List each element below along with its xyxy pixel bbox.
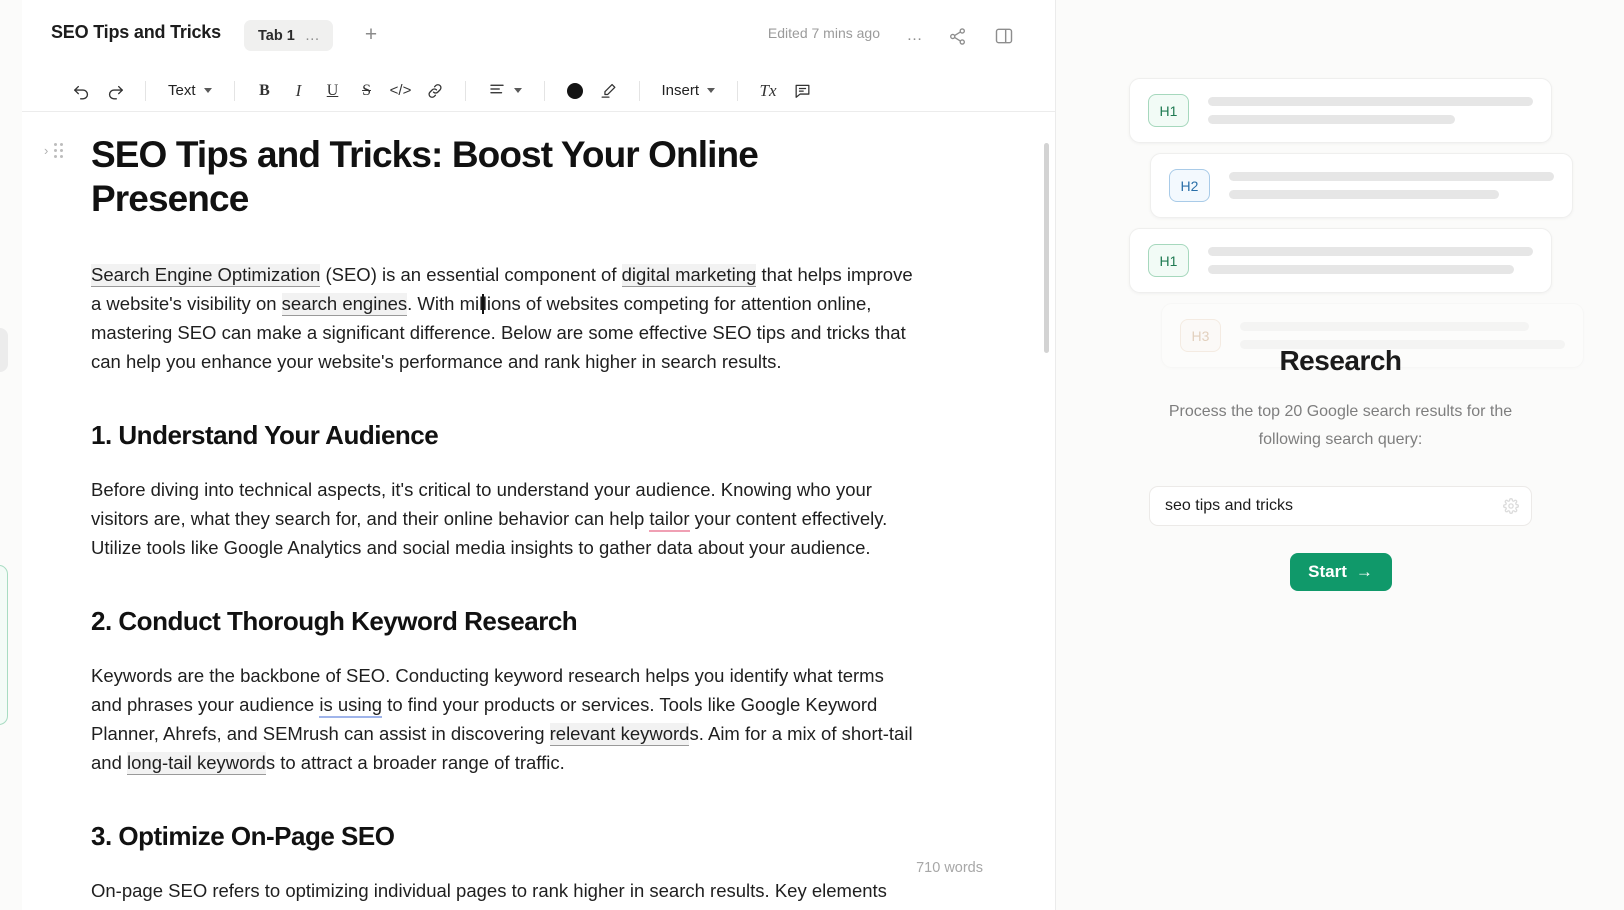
rail-collapsed-tab[interactable] [0,328,8,372]
link-digital-marketing[interactable]: digital marketing [621,263,757,287]
tab-label: Tab 1 [258,27,295,44]
link-relevant-keyword[interactable]: relevant keyword [549,722,690,746]
block-handles[interactable]: › [44,143,64,158]
toggle-side-panel-icon[interactable] [990,22,1018,50]
left-rail [0,0,22,910]
suggestion-is-using[interactable]: is using [319,693,383,718]
editor-header: SEO Tips and Tricks Tab 1 … + Edited 7 m… [22,0,1055,70]
paragraph-intro[interactable]: Search Engine Optimization (SEO) is an e… [91,260,915,376]
clear-formatting-icon[interactable]: Tx [751,76,785,106]
tab-more-icon[interactable]: … [305,28,321,43]
align-left-icon [488,80,506,102]
skeleton-line [1208,115,1455,124]
research-title: Research [1279,345,1402,376]
skeleton-line [1208,247,1533,256]
formatting-toolbar: Text B I U S </> Insert Tx [22,70,1055,112]
app-root: SEO Tips and Tricks Tab 1 … + Edited 7 m… [0,0,1624,910]
side-panel: H1 H2 H1 H3 Research Process the top 20 Goo… [1057,0,1624,910]
heading-level-badge: H2 [1169,169,1210,202]
start-button-label: Start [1308,562,1347,581]
link-long-tail-keyword[interactable]: long-tail keyword [127,751,266,775]
document-heading-2-3[interactable]: 3. Optimize On-Page SEO [91,821,915,852]
outline-card[interactable]: H1 [1129,78,1552,143]
search-input[interactable]: seo tips and tricks [1165,497,1503,515]
document-more-icon[interactable]: … [901,22,929,50]
link-search-engine-optimization[interactable]: Search Engine Optimization [91,263,321,287]
toolbar-divider [543,80,545,101]
paragraph-onpage[interactable]: On-page SEO refers to optimizing individ… [91,876,915,910]
insert-label: Insert [661,82,700,99]
highlighter-icon[interactable] [592,76,626,106]
outline-card[interactable]: H1 [1129,228,1552,293]
tab-1[interactable]: Tab 1 … [244,20,333,51]
strikethrough-button[interactable]: S [350,76,384,106]
heading-level-badge: H1 [1148,244,1189,277]
text-color-button[interactable] [558,76,592,106]
text: (SEO) is an essential component of [320,263,622,285]
drag-handle-icon[interactable] [54,143,64,158]
chevron-down-icon [707,88,716,93]
text: s to attract a broader range of traffic. [265,751,565,773]
outline-skeleton-lines [1229,172,1554,199]
paragraph-keywords[interactable]: Keywords are the backbone of SEO. Conduc… [91,661,915,777]
chevron-down-icon [513,88,522,93]
toolbar-divider [737,80,739,101]
skeleton-line [1208,97,1533,106]
search-query-field[interactable]: seo tips and tricks [1149,486,1532,526]
editor-pane: SEO Tips and Tricks Tab 1 … + Edited 7 m… [22,0,1056,910]
suggestion-tailor[interactable]: tailor [649,507,690,532]
undo-icon[interactable] [64,76,98,106]
comment-icon[interactable] [785,76,819,106]
text-style-label: Text [168,82,196,99]
outline-card-list: H1 H2 H1 H3 [1057,0,1624,368]
research-panel: Research Process the top 20 Google searc… [1057,345,1624,591]
link-icon[interactable] [418,76,452,106]
document-heading-2-2[interactable]: 2. Conduct Thorough Keyword Research [91,606,915,637]
skeleton-line [1229,172,1554,181]
rail-green-panel-edge[interactable] [0,565,8,725]
edited-timestamp: Edited 7 mins ago [767,25,880,41]
redo-icon[interactable] [98,76,132,106]
heading-level-badge: H1 [1148,94,1189,127]
text-style-dropdown[interactable]: Text [159,76,221,106]
document-canvas[interactable]: › SEO Tips and Tricks: Boost Your Online… [22,113,1055,910]
gear-icon[interactable] [1503,498,1519,514]
toolbar-divider [145,80,146,101]
toolbar-divider [233,80,235,101]
document-heading-2-1[interactable]: 1. Understand Your Audience [91,420,915,451]
document-heading-1[interactable]: SEO Tips and Tricks: Boost Your Online P… [91,133,915,222]
skeleton-line [1208,265,1514,274]
arrow-right-icon: → [1355,562,1373,581]
color-swatch [566,82,583,99]
align-dropdown[interactable] [479,76,531,106]
toolbar-divider [638,80,640,101]
toolbar-divider [464,80,466,101]
chevron-down-icon [203,88,212,93]
page-title[interactable]: SEO Tips and Tricks [51,22,221,43]
text: . With mil [407,292,484,314]
skeleton-line [1229,190,1499,199]
block-collapse-icon[interactable]: › [44,143,48,158]
insert-dropdown[interactable]: Insert [653,76,725,106]
document-scrollbar[interactable] [1044,143,1049,353]
outline-skeleton-lines [1208,97,1533,124]
underline-button[interactable]: U [316,76,350,106]
word-count: 710 words [916,860,983,876]
skeleton-line [1240,322,1530,331]
outline-skeleton-lines [1208,247,1533,274]
paragraph-audience[interactable]: Before diving into technical aspects, it… [91,475,915,562]
bold-button[interactable]: B [248,76,282,106]
code-icon[interactable]: </> [384,76,418,106]
start-button[interactable]: Start → [1289,553,1392,591]
research-subtitle: Process the top 20 Google search results… [1168,403,1513,448]
italic-button[interactable]: I [282,76,316,106]
add-tab-button[interactable]: + [359,23,383,47]
share-icon[interactable] [943,22,971,50]
link-search-engines[interactable]: search engines [281,292,408,316]
outline-card[interactable]: H2 [1150,153,1573,218]
